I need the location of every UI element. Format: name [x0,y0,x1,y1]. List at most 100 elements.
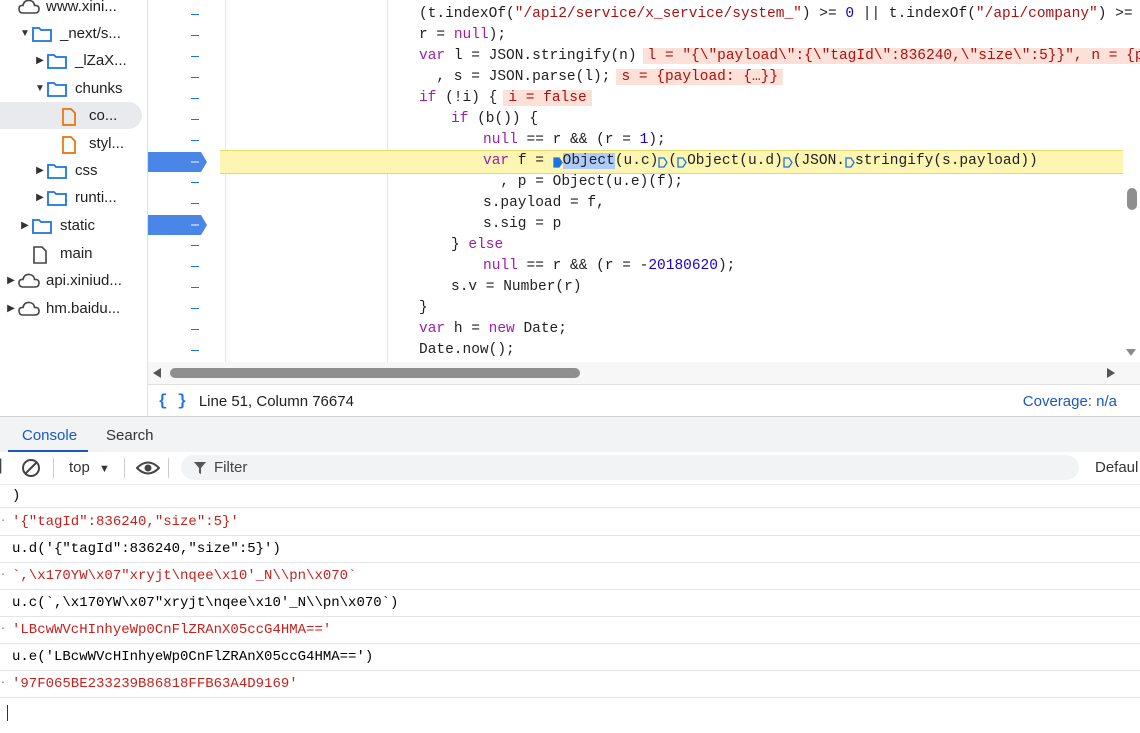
code-line[interactable]: , p = Object(u.e)(f); [483,172,683,193]
pretty-print-icon[interactable]: { } [158,392,187,410]
expand-triangle-icon[interactable]: ▶ [33,165,47,176]
code-line[interactable]: var h = new Date; [419,319,567,340]
line-number-marker[interactable] [191,308,199,309]
step-location-marker-icon[interactable] [783,155,793,168]
line-gutter[interactable] [148,0,220,362]
sidebar-item-static[interactable]: ▶ static [0,212,147,239]
console-prompt-cursor[interactable] [7,705,8,721]
code-token: Object(u.d) [687,153,783,169]
vertical-scrollbar-thumb[interactable] [1127,188,1137,210]
step-location-marker-icon[interactable] [658,155,669,168]
line-number-marker[interactable] [191,56,199,57]
sidebar-item-hmbaidu[interactable]: ▶ hm.baidu... [0,295,147,322]
sidebar-item-nexts[interactable]: ▼ _next/s... [0,20,147,47]
sidebar-item-main[interactable]: main [0,240,147,267]
code-line[interactable]: , s = JSON.parse(l); s = {payload: {…}} [419,67,784,88]
line-number-marker[interactable] [191,203,199,204]
filter-input[interactable]: Filter [181,455,1079,480]
line-number-marker[interactable] [191,14,199,15]
console-result-row[interactable]: · '{"tagId":836240,"size":5}' [0,508,1140,536]
expand-triangle-icon[interactable]: ▶ [18,220,32,231]
code-line[interactable]: s.sig = p [483,214,561,235]
collapse-triangle-icon[interactable]: ▼ [18,28,32,39]
line-number-marker[interactable] [191,35,199,36]
expand-triangle-icon[interactable]: ▶ [33,55,47,66]
coverage-link[interactable]: Coverage: n/a [1023,393,1117,410]
scroll-left-arrow-icon[interactable] [152,367,162,379]
code-line[interactable]: s.payload = f, [483,193,605,214]
context-selector[interactable]: top ▼ [69,459,110,476]
breakpoint-marker-icon[interactable] [148,152,208,172]
line-number-marker[interactable] [191,119,199,120]
sidebar-item-lzax[interactable]: ▶ _lZaX... [0,47,147,74]
code-line[interactable]: r = null); [419,25,506,46]
line-number-marker[interactable] [191,266,199,267]
sidebar-item-co[interactable]: co... [0,102,142,129]
code-line[interactable]: if (b()) { [451,109,538,130]
step-location-marker-icon[interactable] [845,155,855,168]
sidebar-item-label: chunks [75,80,123,97]
sidebar-item-styl[interactable]: styl... [0,130,147,157]
code-line[interactable]: null == r && (r = -20180620); [483,256,735,277]
code-line[interactable]: null == r && (r = 1); [483,130,666,151]
scroll-right-arrow-icon[interactable] [1106,367,1116,379]
line-number-marker[interactable] [191,245,199,246]
code-line[interactable]: var f = Object(u.c) (Object(u.d) (JSON. str… [483,151,1038,172]
console-input-row[interactable]: u.e('LBcwWVcHInhyeWp0CnFlZRAnX05ccG4HMA=… [0,643,1140,671]
code-line[interactable]: s.v = Number(r) [451,277,582,298]
console-input-row[interactable]: u.d('{"tagId":836240,"size":5}') [0,535,1140,563]
inline-variable-value[interactable]: l = "{\"payload\":{\"tagId\":836240,\"si… [642,48,1140,64]
step-location-marker-icon[interactable] [552,155,563,168]
inline-variable-value[interactable]: s = {payload: {…}} [616,69,784,85]
code-line[interactable]: var l = JSON.stringify(n) l = "{\"payload… [419,46,1140,67]
line-number-marker[interactable] [191,140,199,141]
tab-console[interactable]: Console [22,427,77,444]
console-result-row[interactable]: · 'LBcwWVcHInhyeWp0CnFlZRAnX05ccG4HMA==' [0,616,1140,644]
code-line[interactable]: } else [451,235,503,256]
sidebar-item-wwwxini[interactable]: www.xini... [0,0,147,20]
code-token: "/api/company" [975,6,1098,22]
tab-search[interactable]: Search [106,427,154,444]
line-number-marker[interactable] [191,182,199,183]
eye-icon[interactable] [136,460,160,476]
css-file-icon [61,135,81,154]
sidebar-item-runti[interactable]: ▶ runti... [0,184,147,211]
line-number-marker[interactable] [191,329,199,330]
console-input-row[interactable]: ) [0,485,1140,508]
code-editor[interactable]: (t.indexOf("/api2/service/x_service/syst… [148,0,1140,362]
result-arrow-icon: · [0,624,7,635]
console-input-row[interactable]: u.c(`,\x170YW\x07"xryjt\nqee\x10'_N\\pn\… [0,589,1140,617]
line-number-marker[interactable] [191,287,199,288]
code-token: if [451,111,469,127]
code-token: Date.now(); [419,342,515,358]
horizontal-scrollbar[interactable] [148,362,1140,384]
breakpoint-marker-icon[interactable] [148,215,208,235]
code-line[interactable]: (t.indexOf("/api2/service/x_service/syst… [419,4,1140,25]
console-result-row[interactable]: · '97F065BE233239B86818FFB63A4D9169' [0,670,1140,698]
expand-triangle-icon[interactable]: ▶ [4,275,18,286]
console-line-text: '97F065BE233239B86818FFB63A4D9169' [12,675,298,692]
line-number-marker[interactable] [191,98,199,99]
console-result-row[interactable]: · `,\x170YW\x07"xryjt\nqee\x10'_N\\pn\x07… [0,562,1140,590]
code-line[interactable]: if (!i) {i = false [419,88,592,109]
code-line[interactable]: Date.now(); [419,340,515,361]
clear-console-icon[interactable] [21,458,41,478]
expand-triangle-icon[interactable]: ▶ [33,192,47,203]
sidebar-item-apixiniud[interactable]: ▶ api.xiniud... [0,267,147,294]
code-line[interactable]: } [419,298,428,319]
line-number-marker[interactable] [191,77,199,78]
expand-triangle-icon[interactable]: ▶ [4,303,18,314]
code-token: else [468,237,504,253]
log-level-selector[interactable]: Defaul [1095,459,1138,476]
line-number-marker[interactable] [191,350,199,351]
sidebar-item-chunks[interactable]: ▼ chunks [0,75,147,102]
sidebar-item-css[interactable]: ▶ css [0,157,147,184]
code-token: , p = Object(u.e)(f); [483,174,684,190]
sidebar-toggle-icon[interactable]: ] [0,457,2,475]
horizontal-scrollbar-thumb[interactable] [170,368,580,378]
collapse-triangle-icon[interactable]: ▼ [33,83,47,94]
scroll-down-arrow-icon[interactable] [1124,348,1138,358]
step-location-marker-icon[interactable] [677,155,687,168]
inline-variable-value[interactable]: i = false [503,90,592,106]
console-output[interactable]: ) · '{"tagId":836240,"size":5}' u.d('{"tagI… [0,485,1140,733]
